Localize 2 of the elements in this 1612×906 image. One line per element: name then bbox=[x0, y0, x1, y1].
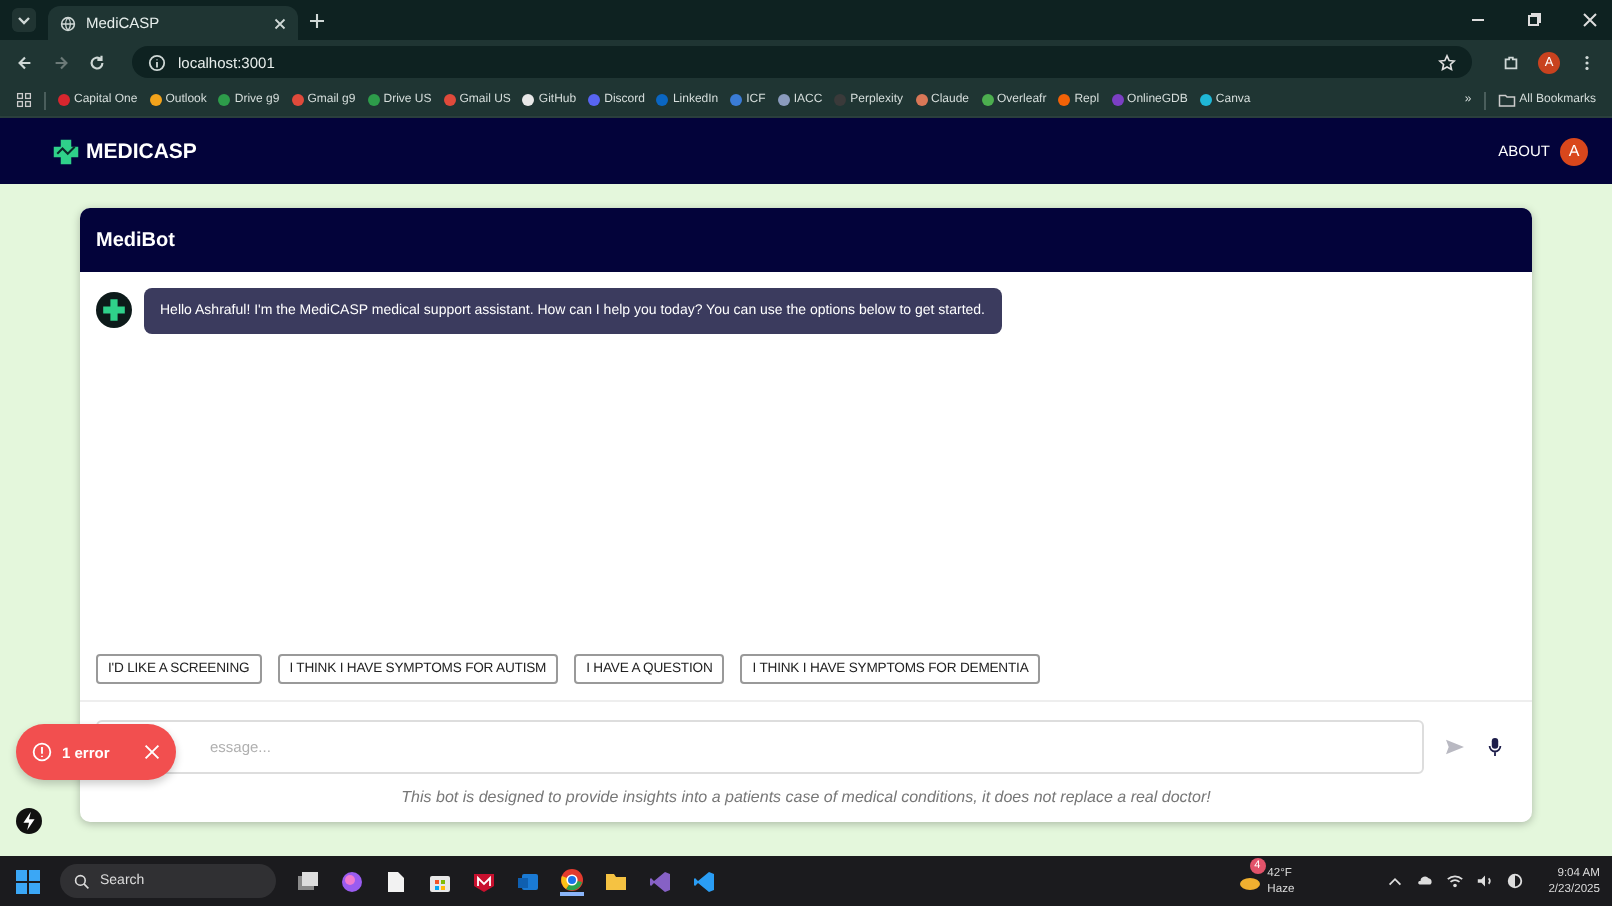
disclaimer-text: This bot is designed to provide insights into a patients case of medical conditions, it does not replace a real doctor! bbox=[399, 786, 1213, 810]
chat-title: MediBot bbox=[96, 229, 175, 251]
